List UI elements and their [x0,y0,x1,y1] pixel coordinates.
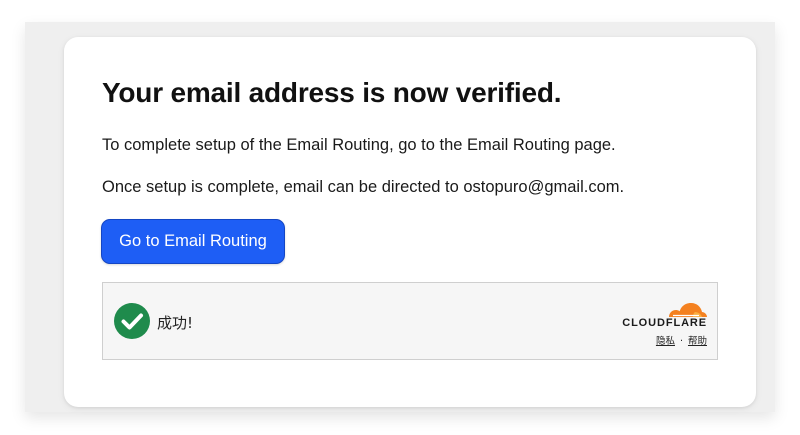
privacy-link[interactable]: 隐私 [656,336,675,347]
cloudflare-wordmark: CLOUDFLARE [622,317,707,329]
instruction-text: To complete setup of the Email Routing, … [102,136,616,154]
link-separator: · [679,336,683,347]
status-text: 成功! [157,314,194,332]
check-circle-icon [114,303,150,339]
page-title: Your email address is now verified. [102,77,562,108]
destination-text: Once setup is complete, email can be dir… [102,178,625,196]
widget-footer-links: 隐私 · 帮助 [656,333,707,347]
go-to-email-routing-button[interactable]: Go to Email Routing [101,219,285,264]
captcha-widget: 成功! CLOUDFLARE 隐私 · 帮助 [102,282,718,360]
verification-card: Your email address is now verified. To c… [64,37,756,407]
help-link[interactable]: 帮助 [688,336,707,347]
